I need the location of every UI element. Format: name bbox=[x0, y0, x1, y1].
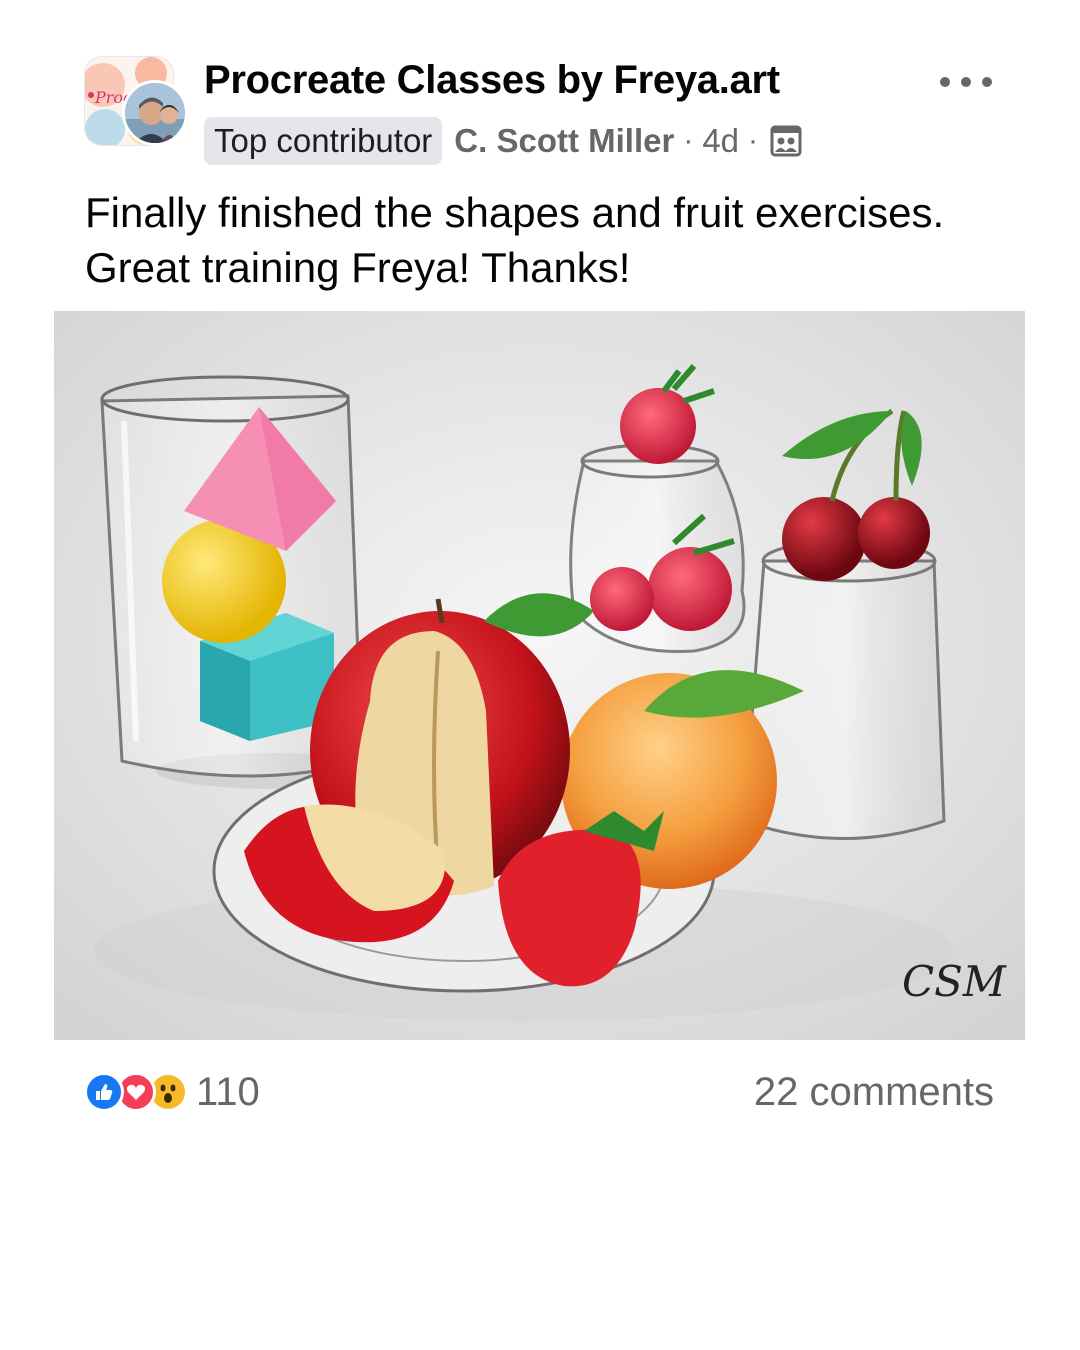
group-name-link[interactable]: Procreate Classes by Freya.art bbox=[204, 58, 780, 103]
user-avatar[interactable] bbox=[122, 80, 188, 146]
avatar-stack[interactable]: Proc bbox=[84, 56, 188, 148]
author-name-link[interactable]: C. Scott Miller bbox=[454, 122, 674, 160]
reaction-count: 110 bbox=[196, 1069, 260, 1114]
post-timestamp[interactable]: 4d bbox=[702, 122, 739, 160]
post-text-line: Finally finished the shapes and fruit ex… bbox=[85, 189, 945, 236]
post-text-line: Great training Freya! Thanks! bbox=[85, 244, 631, 291]
post-photo[interactable]: CSM bbox=[54, 311, 1025, 1040]
group-members-icon bbox=[769, 124, 803, 158]
post-meta: Top contributor C. Scott Miller · 4d · bbox=[204, 116, 803, 166]
top-contributor-badge[interactable]: Top contributor bbox=[204, 117, 443, 165]
reactions-summary[interactable]: 110 bbox=[84, 1068, 260, 1116]
meta-separator: · bbox=[748, 124, 759, 157]
artist-signature: CSM bbox=[902, 957, 1007, 1006]
more-horizontal-icon bbox=[940, 77, 950, 87]
post-footer: 110 22 comments bbox=[84, 1068, 994, 1118]
comments-count-link[interactable]: 22 comments bbox=[754, 1068, 994, 1116]
like-icon bbox=[84, 1072, 124, 1112]
post-header: Proc Procreate Classes by Freya.art Top … bbox=[84, 56, 1004, 176]
post-message: Finally finished the shapes and fruit ex… bbox=[85, 185, 1015, 295]
more-options-button[interactable] bbox=[940, 66, 992, 98]
meta-separator: · bbox=[683, 124, 694, 157]
